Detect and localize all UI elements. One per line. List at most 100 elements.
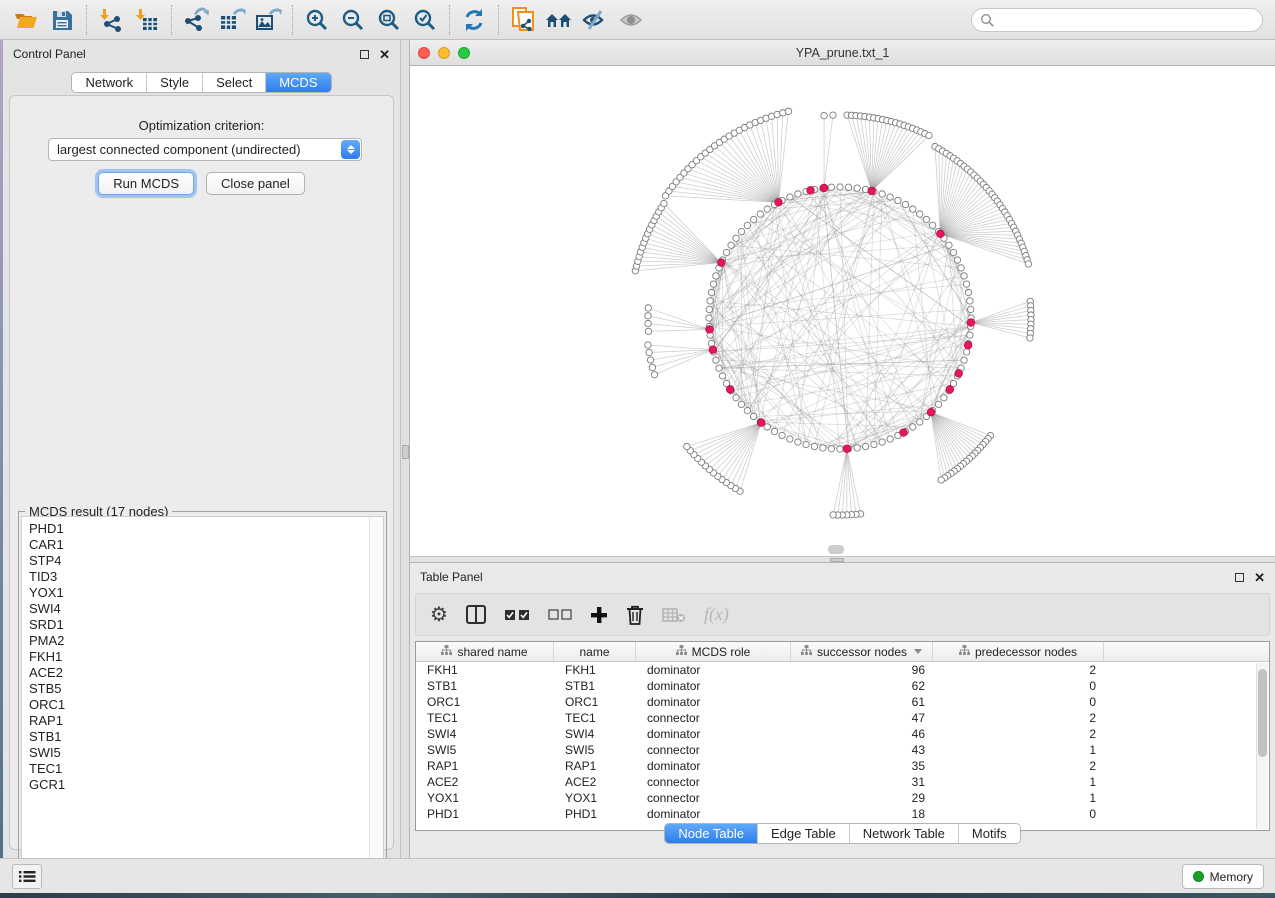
tab-mcds[interactable]: MCDS — [265, 73, 330, 92]
table-row[interactable]: YOX1YOX1connector291 — [416, 790, 1269, 806]
task-history-button[interactable] — [12, 864, 42, 889]
dominator-node — [927, 408, 935, 416]
horizontal-splitter[interactable] — [410, 556, 1275, 563]
save-session-icon[interactable] — [44, 4, 80, 36]
table-cell: connector — [636, 774, 791, 790]
splitter-grip[interactable] — [830, 558, 844, 562]
dominator-node — [937, 230, 945, 238]
table-row[interactable]: FKH1FKH1dominator962 — [416, 662, 1269, 678]
export-table-icon[interactable] — [214, 4, 250, 36]
table-cell: PHD1 — [554, 806, 636, 822]
tab-select[interactable]: Select — [202, 73, 265, 92]
optimization-criterion-select[interactable]: largest connected component (undirected) — [48, 138, 362, 161]
mcds-result-item[interactable]: PMA2 — [29, 633, 383, 649]
tab-motifs[interactable]: Motifs — [958, 824, 1020, 843]
network-canvas[interactable] — [410, 66, 1275, 556]
search-box[interactable] — [971, 8, 1263, 32]
toolbar-separator — [292, 5, 293, 35]
column-type-icon — [801, 645, 812, 659]
table-cell: 43 — [791, 742, 933, 758]
column-header-predecessor-nodes[interactable]: predecessor nodes — [933, 642, 1104, 661]
zoom-fit-icon[interactable] — [371, 4, 407, 36]
mcds-list-scrollbar[interactable] — [369, 517, 383, 875]
close-panel-button[interactable]: Close panel — [206, 172, 305, 195]
column-header-shared-name[interactable]: shared name — [416, 642, 554, 661]
toolbar-separator — [171, 5, 172, 35]
table-cell: STB1 — [554, 678, 636, 694]
mcds-result-item[interactable]: ORC1 — [29, 697, 383, 713]
export-image-icon[interactable] — [250, 4, 286, 36]
import-network-icon[interactable] — [93, 4, 129, 36]
mcds-result-item[interactable]: TEC1 — [29, 761, 383, 777]
table-row[interactable]: RAP1RAP1dominator352 — [416, 758, 1269, 774]
tab-network-table[interactable]: Network Table — [849, 824, 958, 843]
table-row[interactable]: ACE2ACE2connector311 — [416, 774, 1269, 790]
mcds-result-item[interactable]: STB5 — [29, 681, 383, 697]
tab-network[interactable]: Network — [72, 73, 146, 92]
mcds-result-item[interactable]: SWI5 — [29, 745, 383, 761]
show-column-panel-icon[interactable] — [466, 601, 486, 629]
float-panel-icon[interactable] — [1235, 573, 1244, 582]
network-window-titlebar[interactable]: YPA_prune.txt_1 — [410, 40, 1275, 66]
close-panel-icon[interactable]: ✕ — [379, 50, 390, 59]
column-header-name[interactable]: name — [554, 642, 636, 661]
mcds-result-item[interactable]: FKH1 — [29, 649, 383, 665]
run-mcds-button[interactable]: Run MCDS — [98, 172, 194, 195]
open-session-icon[interactable] — [8, 4, 44, 36]
scrollbar-thumb[interactable] — [1258, 669, 1267, 757]
mcds-result-item[interactable]: STP4 — [29, 553, 383, 569]
float-panel-icon[interactable] — [360, 50, 369, 59]
network-hscroll-thumb[interactable] — [828, 545, 844, 554]
mcds-result-item[interactable]: YOX1 — [29, 585, 383, 601]
new-network-from-selection-icon[interactable] — [505, 4, 541, 36]
table-row[interactable]: SWI4SWI4dominator462 — [416, 726, 1269, 742]
mcds-result-item[interactable]: SRD1 — [29, 617, 383, 633]
column-header-successor-nodes[interactable]: successor nodes — [791, 642, 933, 661]
column-header-mcds-role[interactable]: MCDS role — [636, 642, 791, 661]
toolbar-separator — [86, 5, 87, 35]
import-table-icon[interactable] — [129, 4, 165, 36]
table-vscrollbar[interactable] — [1256, 663, 1268, 829]
create-column-icon[interactable] — [590, 601, 608, 629]
mcds-result-item[interactable]: CAR1 — [29, 537, 383, 553]
table-panel: Table Panel ✕ ⚙ f(x) — [410, 563, 1275, 858]
tab-edge-table[interactable]: Edge Table — [757, 824, 849, 843]
mcds-result-item[interactable]: RAP1 — [29, 713, 383, 729]
search-input[interactable] — [995, 13, 1245, 27]
tab-style[interactable]: Style — [146, 73, 202, 92]
network-graph[interactable] — [410, 66, 1275, 556]
table-row[interactable]: STB1STB1dominator620 — [416, 678, 1269, 694]
mcds-result-item[interactable]: PHD1 — [29, 521, 383, 537]
table-row[interactable]: SWI5SWI5connector431 — [416, 742, 1269, 758]
zoom-selected-icon[interactable] — [407, 4, 443, 36]
zoom-out-icon[interactable] — [335, 4, 371, 36]
vertical-splitter[interactable] — [400, 40, 410, 858]
mcds-result-item[interactable]: STB1 — [29, 729, 383, 745]
splitter-grip[interactable] — [402, 445, 409, 459]
table-row[interactable]: PHD1PHD1dominator180 — [416, 806, 1269, 822]
mcds-result-item[interactable]: SWI4 — [29, 601, 383, 617]
table-row[interactable]: ORC1ORC1dominator610 — [416, 694, 1269, 710]
show-all-icon[interactable] — [613, 4, 649, 36]
memory-button[interactable]: Memory — [1182, 864, 1264, 889]
select-all-icon[interactable] — [504, 601, 530, 629]
table-cell: ACE2 — [416, 774, 554, 790]
mcds-result-item[interactable]: GCR1 — [29, 777, 383, 793]
mcds-result-list[interactable]: PHD1CAR1STP4TID3YOX1SWI4SRD1PMA2FKH1ACE2… — [21, 516, 384, 876]
zoom-in-icon[interactable] — [299, 4, 335, 36]
table-options-gear-icon[interactable]: ⚙ — [430, 601, 448, 629]
table-row[interactable]: TEC1TEC1connector472 — [416, 710, 1269, 726]
mcds-result-item[interactable]: TID3 — [29, 569, 383, 585]
apply-layout-icon[interactable] — [456, 4, 492, 36]
mcds-result-item[interactable]: ACE2 — [29, 665, 383, 681]
delete-column-trash-icon[interactable] — [626, 601, 644, 629]
first-neighbors-icon[interactable] — [541, 4, 577, 36]
export-network-icon[interactable] — [178, 4, 214, 36]
hide-selected-icon[interactable] — [577, 4, 613, 36]
network-window-title: YPA_prune.txt_1 — [410, 46, 1275, 60]
close-panel-icon[interactable]: ✕ — [1254, 573, 1265, 582]
deselect-all-icon[interactable] — [548, 601, 572, 629]
table-cell: connector — [636, 742, 791, 758]
column-header-label: MCDS role — [692, 645, 751, 659]
tab-node-table[interactable]: Node Table — [665, 824, 757, 843]
